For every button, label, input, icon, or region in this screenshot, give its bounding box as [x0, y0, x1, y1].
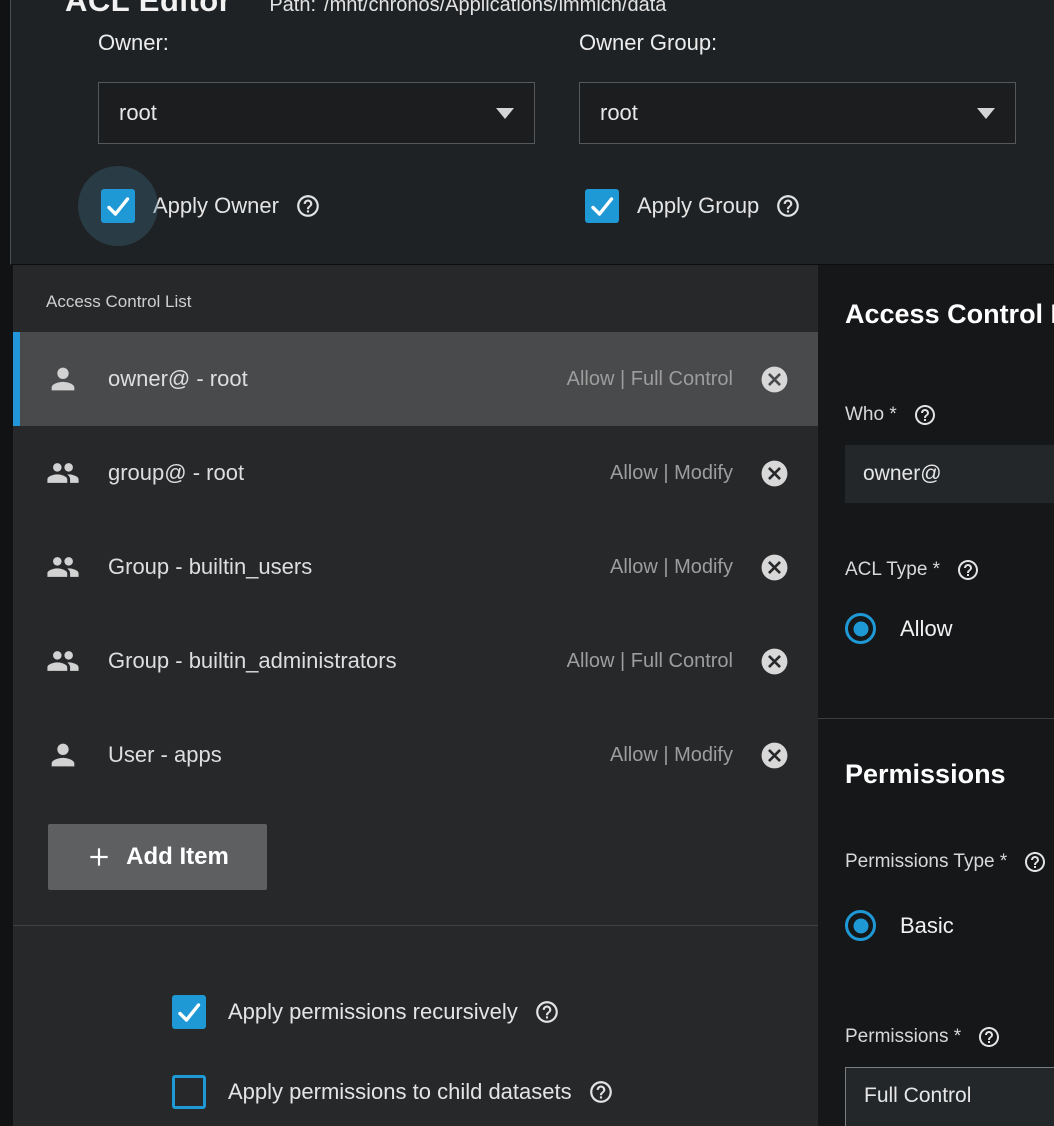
help-icon[interactable]	[1023, 850, 1047, 874]
dataset-path: Path: /mnt/chronos/Applications/immich/da…	[269, 0, 666, 17]
who-input[interactable]: owner@	[845, 445, 1054, 503]
page-title: ACL Editor	[65, 0, 231, 19]
title-row: ACL Editor Path: /mnt/chronos/Application…	[65, 0, 666, 19]
ace-who: Group - builtin_administrators	[108, 648, 567, 674]
divider	[818, 718, 1054, 719]
help-icon[interactable]	[588, 1079, 614, 1105]
acl-type-field-label: ACL Type *	[845, 558, 980, 582]
apply-group-label: Apply Group	[637, 193, 759, 219]
path-value: /mnt/chronos/Applications/immich/data	[324, 0, 666, 16]
acl-type-allow-option: Allow	[845, 613, 953, 644]
remove-entry-icon[interactable]	[759, 552, 790, 583]
chevron-down-icon	[496, 108, 514, 119]
ace-detail-panel: Access Control Entry Who * owner@ ACL Ty…	[818, 265, 1054, 1126]
ace-permission: Allow | Modify	[610, 744, 733, 767]
help-icon[interactable]	[977, 1025, 1001, 1049]
apply-group-row: Apply Group	[585, 189, 801, 223]
person-icon	[46, 738, 80, 772]
acl-editor-header: ACL Editor Path: /mnt/chronos/Application…	[10, 0, 1054, 265]
path-label: Path:	[269, 0, 316, 16]
person-icon	[46, 362, 80, 396]
acl-row-owner[interactable]: owner@ - root Allow | Full Control	[13, 332, 818, 426]
owner-group-select[interactable]: root	[579, 82, 1016, 144]
divider	[13, 925, 818, 926]
apply-owner-label: Apply Owner	[153, 193, 279, 219]
acl-list-rows: owner@ - root Allow | Full Control group…	[13, 332, 818, 802]
apply-child-datasets-row: Apply permissions to child datasets	[172, 1075, 614, 1109]
permissions-section-title: Permissions	[845, 759, 1006, 790]
owner-label: Owner:	[98, 30, 169, 56]
help-icon[interactable]	[534, 999, 560, 1025]
group-icon	[46, 456, 80, 490]
acl-type-allow-radio[interactable]	[845, 613, 876, 644]
owner-select-value: root	[119, 100, 157, 126]
apply-child-datasets-checkbox[interactable]	[172, 1075, 206, 1109]
permissions-field-label: Permissions *	[845, 1025, 1001, 1049]
owner-select[interactable]: root	[98, 82, 535, 144]
ace-who: owner@ - root	[108, 366, 567, 392]
apply-group-checkbox[interactable]	[585, 189, 619, 223]
remove-entry-icon[interactable]	[759, 646, 790, 677]
permissions-type-basic-label: Basic	[900, 913, 954, 939]
remove-entry-icon[interactable]	[759, 458, 790, 489]
ace-who: User - apps	[108, 742, 610, 768]
owner-group-label: Owner Group:	[579, 30, 717, 56]
help-icon[interactable]	[913, 403, 937, 427]
who-field-label: Who *	[845, 403, 937, 427]
help-icon[interactable]	[775, 193, 801, 219]
ace-who: group@ - root	[108, 460, 610, 486]
acl-row-group[interactable]: group@ - root Allow | Modify	[13, 426, 818, 520]
apply-recursive-checkbox[interactable]	[172, 995, 206, 1029]
owner-group-select-value: root	[600, 100, 638, 126]
apply-owner-checkbox[interactable]	[101, 189, 135, 223]
plus-icon	[86, 844, 112, 870]
ace-permission: Allow | Modify	[610, 462, 733, 485]
group-icon	[46, 644, 80, 678]
apply-child-datasets-label: Apply permissions to child datasets	[228, 1079, 572, 1105]
apply-recursive-label: Apply permissions recursively	[228, 999, 518, 1025]
acl-row-builtin-users[interactable]: Group - builtin_users Allow | Modify	[13, 520, 818, 614]
ace-who: Group - builtin_users	[108, 554, 610, 580]
permissions-type-basic-option: Basic	[845, 910, 954, 941]
acl-list-panel: Access Control List owner@ - root Allow …	[13, 265, 818, 1126]
ace-permission: Allow | Full Control	[567, 368, 733, 391]
acl-row-user-apps[interactable]: User - apps Allow | Modify	[13, 708, 818, 802]
ace-permission: Allow | Full Control	[567, 650, 733, 673]
acl-row-builtin-administrators[interactable]: Group - builtin_administrators Allow | F…	[13, 614, 818, 708]
apply-recursive-row: Apply permissions recursively	[172, 995, 560, 1029]
help-icon[interactable]	[295, 193, 321, 219]
ace-permission: Allow | Modify	[610, 556, 733, 579]
acl-list-title: Access Control List	[46, 292, 192, 312]
permissions-select[interactable]: Full Control	[845, 1067, 1054, 1126]
chevron-down-icon	[977, 108, 995, 119]
apply-owner-row: Apply Owner	[101, 189, 321, 223]
acl-type-allow-label: Allow	[900, 616, 953, 642]
remove-entry-icon[interactable]	[759, 740, 790, 771]
add-item-button[interactable]: Add Item	[48, 824, 267, 890]
add-item-label: Add Item	[126, 843, 229, 871]
permissions-type-basic-radio[interactable]	[845, 910, 876, 941]
permissions-type-field-label: Permissions Type *	[845, 850, 1047, 874]
help-icon[interactable]	[956, 558, 980, 582]
ace-panel-title: Access Control Entry	[845, 299, 1054, 330]
remove-entry-icon[interactable]	[759, 364, 790, 395]
group-icon	[46, 550, 80, 584]
